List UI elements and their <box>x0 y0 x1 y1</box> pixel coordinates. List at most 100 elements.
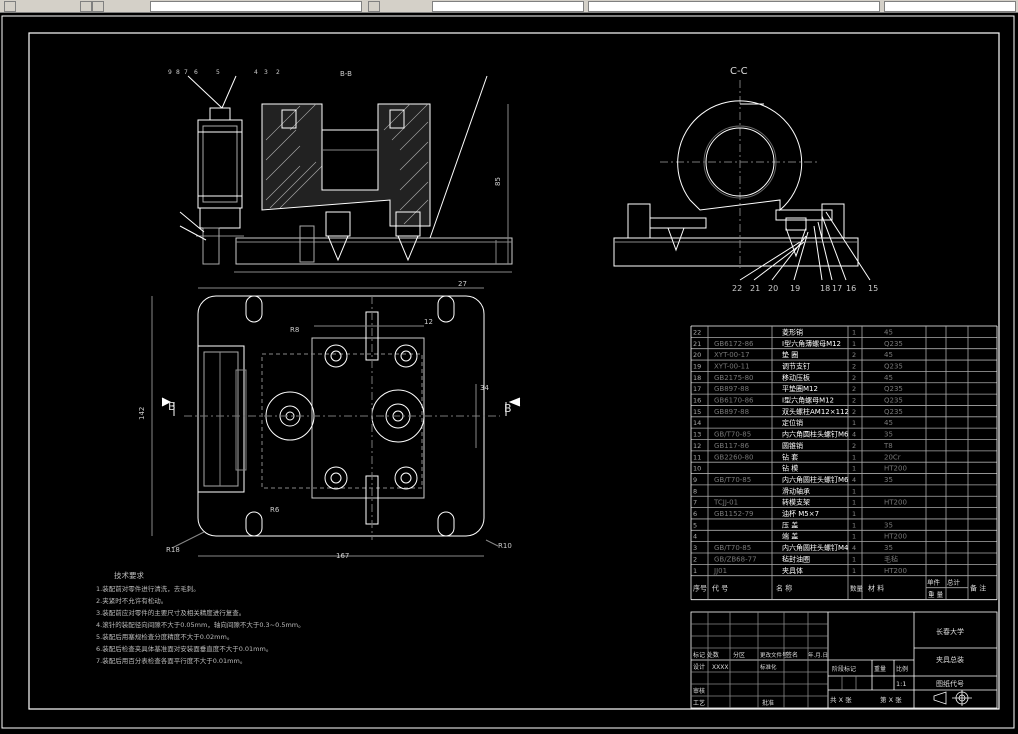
plotstyle-dropdown[interactable] <box>884 1 1016 12</box>
balloon-label: 3 <box>264 69 268 76</box>
dim-27: 27 <box>458 280 467 288</box>
bom-table: 22 菱形销 1 4521 GB6172-86 I型六角薄螺母M12 1 Q23520 XYT-… <box>690 325 998 601</box>
designer-name: XXXX <box>712 664 728 671</box>
balloon-label: 9 <box>168 69 172 76</box>
bom-row-name: 油杯 M5×7 <box>782 509 819 518</box>
bom-row-name: 圆锥销 <box>782 441 803 450</box>
plan-view <box>151 287 521 557</box>
drawing-canvas[interactable]: B-B 9 8 7 6 5 4 3 2 C-C 22 21 20 19 18 1… <box>0 12 1018 730</box>
bom-row-qty: 2 <box>852 397 856 405</box>
bom-row-code: GB/T70-85 <box>714 544 751 552</box>
bom-row-qty: 1 <box>852 555 856 563</box>
layer-dropdown[interactable] <box>150 1 362 12</box>
bom-row-name: 调节支钉 <box>782 361 810 370</box>
bom-row-code: GB/T70-85 <box>714 476 751 484</box>
bom-row-material: 45 <box>884 328 893 336</box>
bom-row-name: I型六角螺母M12 <box>782 396 834 405</box>
bom-row-qty: 1 <box>852 453 856 461</box>
bom-header-material: 材 料 <box>868 584 884 593</box>
bom-row-no: 16 <box>693 397 701 405</box>
bom-row-qty: 1 <box>852 487 856 495</box>
bom-row-name: 双头螺柱AM12×112 <box>782 407 849 416</box>
sub-area-label: 分区 <box>733 651 745 659</box>
bom-row-material: Q235 <box>884 362 903 370</box>
bom-row-no: 19 <box>693 362 701 370</box>
bom-row-no: 15 <box>693 408 701 416</box>
stage-mark-label: 阶段标记 <box>832 665 856 673</box>
dim-r10: R10 <box>498 542 512 550</box>
bom-row-no: 11 <box>693 453 701 461</box>
drawing-sheet[interactable]: B-B 9 8 7 6 5 4 3 2 C-C 22 21 20 19 18 1… <box>0 12 1018 730</box>
bom-row-material: 45 <box>884 374 893 382</box>
bom-row-name: 滑动轴承 <box>782 486 810 495</box>
lineweight-dropdown[interactable] <box>588 1 880 12</box>
mark-count-label: 标记 处数 <box>693 651 719 659</box>
bom-row-qty: 2 <box>852 442 856 450</box>
dim-height-total: 142 <box>138 407 146 420</box>
bom-header-single: 单件 <box>927 578 941 587</box>
bom-row-no: 5 <box>693 521 697 529</box>
bom-row-qty: 1 <box>852 521 856 529</box>
bom-row-no: 10 <box>693 465 701 473</box>
balloon-label: 17 <box>832 284 842 293</box>
bom-row-qty: 4 <box>852 544 856 552</box>
bom-row-qty: 4 <box>852 476 856 484</box>
bom-row-material: Q235 <box>884 397 903 405</box>
balloon-label: 19 <box>790 284 800 293</box>
bom-row-material: 45 <box>884 351 893 359</box>
bom-row-no: 20 <box>693 351 701 359</box>
scale-label: 比例 <box>896 665 908 673</box>
bom-row-code: GB6170-86 <box>714 397 754 405</box>
bom-header-weight: 重 量 <box>928 591 944 599</box>
bom-row-code: GB/ZB68-77 <box>714 555 757 563</box>
bom-row-no: 3 <box>693 544 697 552</box>
dim-r6: R6 <box>270 506 280 514</box>
drawing-code-label: 图纸代号 <box>936 679 964 688</box>
bom-header-code: 代 号 <box>712 584 728 593</box>
view-arrow-left: B <box>168 400 176 413</box>
bom-row-code: GB/T70-85 <box>714 431 751 439</box>
bom-row-name: 转模支架 <box>782 498 810 507</box>
dim-12: 12 <box>424 318 433 326</box>
standardize-label: 标准化 <box>760 663 777 671</box>
bom-row-no: 6 <box>693 510 697 518</box>
bom-row-material: 45 <box>884 419 893 427</box>
toolbar-button[interactable] <box>4 1 16 12</box>
tech-note: 4.滚针的装配径向间隙不大于0.05mm，轴向间隙不大于0.3~0.5mm。 <box>96 620 305 629</box>
bom-row-no: 22 <box>693 328 701 336</box>
technical-requirements: 技术要求 1.装配前对零件进行清洗，去毛刺。 2.夹紧时不允许有松动。 3.装配… <box>96 570 305 665</box>
toolbar-button[interactable] <box>80 1 92 12</box>
section-view-cc: C-C <box>613 66 871 281</box>
design-label: 设计 <box>693 663 705 671</box>
bom-row-material: 35 <box>884 521 893 529</box>
bom-row-no: 8 <box>693 487 697 495</box>
balloons-cc: 22 21 20 19 18 17 16 15 <box>732 284 878 293</box>
bom-row-qty: 1 <box>852 328 856 336</box>
bom-row-qty: 1 <box>852 419 856 427</box>
bom-row-material: HT200 <box>884 499 907 507</box>
balloon-label: 16 <box>846 284 856 293</box>
bom-row-qty: 1 <box>852 340 856 348</box>
dim-width-total: 167 <box>336 552 349 560</box>
bom-row-qty: 4 <box>852 431 856 439</box>
section-label-top: B-B <box>340 70 352 78</box>
bom-row-code: GB1152-79 <box>714 510 753 518</box>
dim-r18: R18 <box>166 546 180 554</box>
drawing-name: 夹具总装 <box>936 655 964 664</box>
bom-row-name: 移动压板 <box>782 373 810 382</box>
bom-row-code: GB117-86 <box>714 442 750 450</box>
bom-row-code: XYT-00-11 <box>714 362 750 370</box>
tech-note: 3.装配前应对零件的主要尺寸及相关精度进行复查。 <box>96 608 245 617</box>
bom-row-no: 14 <box>693 419 701 427</box>
bom-header-name: 名 称 <box>776 584 792 593</box>
toolbar-button[interactable] <box>368 1 380 12</box>
bom-row-material: Q235 <box>884 340 903 348</box>
balloon-label: 5 <box>216 69 220 76</box>
linetype-dropdown[interactable] <box>432 1 584 12</box>
bom-header-qty: 数量 <box>850 584 864 593</box>
toolbar-button[interactable] <box>92 1 104 12</box>
dim-85: 85 <box>494 177 502 186</box>
bom-row-qty: 2 <box>852 374 856 382</box>
bom-header-remark: 备 注 <box>970 584 986 593</box>
bom-row-qty: 1 <box>852 510 856 518</box>
